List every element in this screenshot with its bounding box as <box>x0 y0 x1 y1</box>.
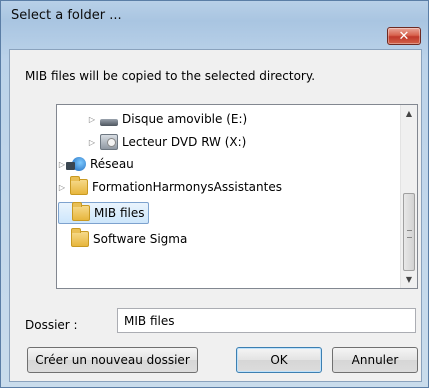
folder-icon <box>72 202 90 221</box>
cancel-button[interactable]: Annuler <box>332 347 418 373</box>
tree-scrollbar[interactable]: ▲ ▼ <box>400 105 417 288</box>
title-bar[interactable]: Select a folder ... <box>1 1 428 31</box>
grip-icon <box>407 230 412 238</box>
tree-item-removable-drive[interactable]: ▷ Disque amovible (E:) <box>87 108 247 130</box>
tree-item-software-sigma[interactable]: Software Sigma <box>58 228 187 250</box>
close-button[interactable]: ✕ <box>387 27 421 45</box>
tree-item-label: MIB files <box>94 206 145 220</box>
removable-drive-icon <box>100 118 118 126</box>
expand-arrow-icon[interactable]: ▷ <box>87 114 97 124</box>
dvd-drive-icon <box>100 134 118 150</box>
tree-item-network[interactable]: ▷ Réseau <box>57 153 134 175</box>
folder-name-input[interactable] <box>117 308 416 333</box>
scroll-thumb[interactable] <box>403 193 415 271</box>
tree-item-label: Disque amovible (E:) <box>122 112 248 126</box>
close-icon: ✕ <box>398 28 410 44</box>
folder-label: Dossier : <box>25 318 78 332</box>
scroll-up-icon: ▲ <box>405 109 413 118</box>
scroll-down-button[interactable]: ▼ <box>401 271 417 288</box>
folder-tree[interactable]: ▷ Disque amovible (E:) ▷ Lecteur DVD RW … <box>56 104 418 289</box>
tree-item-formation[interactable]: ▷ FormationHarmonysAssistantes <box>57 176 282 198</box>
tree-item-dvd-drive[interactable]: ▷ Lecteur DVD RW (X:) <box>87 131 246 153</box>
tree-item-label: FormationHarmonysAssistantes <box>92 180 282 194</box>
expand-spacer <box>58 234 68 244</box>
tree-item-label: Lecteur DVD RW (X:) <box>122 135 247 149</box>
tree-item-label: Software Sigma <box>93 232 188 246</box>
expand-arrow-icon[interactable]: ▷ <box>87 137 97 147</box>
new-folder-button[interactable]: Créer un nouveau dossier <box>27 347 198 373</box>
network-icon <box>66 157 86 171</box>
scroll-down-icon: ▼ <box>405 275 413 284</box>
dialog-window: Select a folder ... ✕ MIB files will be … <box>0 0 429 388</box>
folder-icon <box>70 176 88 195</box>
expand-arrow-icon[interactable]: ▷ <box>57 182 67 192</box>
tree-item-label: Réseau <box>90 157 134 171</box>
tree-item-mib-files[interactable]: MIB files <box>58 202 150 224</box>
instruction-text: MIB files will be copied to the selected… <box>25 69 316 83</box>
expand-spacer <box>59 208 69 218</box>
ok-button[interactable]: OK <box>236 347 322 373</box>
scroll-up-button[interactable]: ▲ <box>401 105 417 122</box>
folder-icon <box>71 228 89 247</box>
dialog-title: Select a folder ... <box>11 8 122 23</box>
